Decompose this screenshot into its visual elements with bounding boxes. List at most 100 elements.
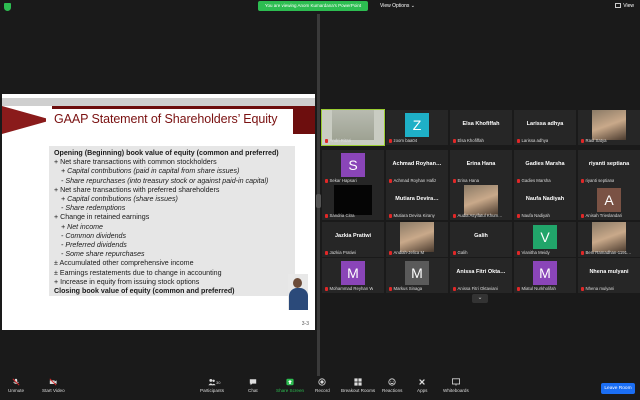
participant-tile[interactable]: M Miatul Nurkholifah [514, 258, 576, 293]
muted-mic-icon [581, 213, 584, 218]
view-button[interactable]: View [615, 1, 634, 11]
participant-name: Mutiara Devira Kirany [393, 213, 435, 218]
meeting-toolbar: Unmute Start Video Participants 30 Chat … [0, 376, 640, 400]
participant-name-label: Andiah-Jelica M [389, 250, 424, 255]
participant-tile[interactable]: Galih Galih [450, 222, 512, 257]
unmute-label: Unmute [8, 388, 25, 393]
reactions-label: Reactions [382, 388, 403, 393]
muted-mic-icon [453, 286, 456, 291]
muted-mic-icon [581, 250, 584, 255]
participant-tile[interactable]: Larissa adhya Larissa adhya [514, 110, 576, 145]
whiteboards-button[interactable]: Whiteboards [443, 378, 469, 393]
participant-tile[interactable]: Beni Ramadhan-1191… [578, 222, 640, 257]
participant-tile[interactable]: Gadies Marsha Gadies Marsha [514, 150, 576, 185]
unmute-button[interactable]: Unmute [8, 378, 24, 393]
slide-page-number: 3-3 [301, 321, 309, 327]
leave-room-button[interactable]: Leave Room [601, 383, 635, 394]
slide-line: + Capital contributions (paid in capital… [61, 167, 240, 176]
slide-bullet-list: Opening (Beginning) book value of equity… [54, 149, 299, 296]
participant-tile[interactable]: Nhena mulyani Nhena mulyani [578, 258, 640, 293]
participant-display-name: Erina Hana [466, 161, 496, 167]
participant-name: Anisah Trieslandari [585, 213, 623, 218]
participant-tile[interactable]: Anissa Fitri Okta… Anissa Fitri Oktaviani [450, 258, 512, 293]
muted-mic-icon [325, 286, 328, 291]
participant-name: Andri Ritzal [329, 138, 352, 143]
muted-mic-icon [453, 250, 456, 255]
participant-tile[interactable]: A Anisah Trieslandari [578, 185, 640, 220]
participant-tile[interactable]: S Sekar Hapsari [322, 150, 384, 185]
participant-name: Sandria Citra [329, 213, 355, 218]
participant-display-name: Achmad Royhan… [392, 161, 442, 167]
start-video-label: Start Video [42, 388, 65, 393]
breakout-rooms-label: Breakout Rooms [341, 388, 376, 393]
muted-mic-icon [517, 138, 520, 143]
participant-tile[interactable]: Raul Satya [578, 110, 640, 145]
record-button[interactable]: Record [315, 378, 330, 393]
shared-screen: GAAP Statement of Shareholders’ Equity O… [0, 14, 317, 376]
share-screen-icon [286, 378, 294, 386]
participant-photo [400, 222, 434, 252]
participant-tile[interactable]: Elsa Khofiffah Elsa Khofiffah [450, 110, 512, 145]
participant-tile[interactable]: M Mohammad Reyhan W [322, 258, 384, 293]
participant-display-name: Naufa Nadiyah [525, 196, 565, 202]
share-screen-button[interactable]: Share Screen [276, 378, 304, 393]
participant-name: Jazkia Pratiwi [329, 250, 356, 255]
participant-name-label: Erina Hana [453, 178, 479, 183]
presenter-video-overlay [288, 274, 308, 310]
presenter-body [289, 288, 308, 310]
muted-mic-icon [453, 178, 456, 183]
reactions-button[interactable]: Reactions [382, 378, 402, 393]
slide-line: + Increase in equity from issuing stock … [54, 277, 200, 286]
participant-display-name: Jazkia Pratiwi [334, 233, 372, 239]
top-bar: You are viewing Anom Kumardana's PowerPo… [0, 0, 640, 14]
slide-line: Closing book value of equity (common and… [54, 287, 235, 296]
participant-tile[interactable]: Andiah-Jelica M [386, 222, 448, 257]
participant-tile[interactable]: M Markus Sinaga [386, 258, 448, 293]
participant-name-label: Beni Ramadhan-1191… [581, 250, 631, 255]
participant-tile[interactable]: Jazkia Pratiwi Jazkia Pratiwi [322, 222, 384, 257]
muted-mic-icon [325, 213, 328, 218]
participant-name: Miatul Nurkholifah [521, 286, 556, 291]
view-options-menu[interactable]: View Options ⌄ [380, 1, 415, 11]
chat-bubble-icon [249, 379, 257, 386]
chat-button[interactable]: Chat [248, 378, 258, 393]
apps-button[interactable]: Apps [417, 378, 427, 393]
participant-display-name: Nhena mulyani [589, 269, 629, 275]
participant-name-label: Achmad Royhan Hafiz [389, 178, 436, 183]
participant-tile[interactable]: Audia Asyifatul Khum… [450, 185, 512, 220]
slide-line: + Net share transactions with common sto… [54, 158, 217, 167]
participant-tile[interactable]: riyanti septiana riyanti septiana [578, 150, 640, 185]
breakout-rooms-icon [354, 378, 362, 386]
participant-avatar: M [341, 261, 365, 285]
participant-tile[interactable]: V Vianitha Meidy [514, 222, 576, 257]
breakout-rooms-button[interactable]: Breakout Rooms [341, 378, 375, 393]
participant-display-name: riyanti septiana [588, 161, 630, 167]
slide-line: ± Accumulated other comprehensive income [54, 259, 194, 268]
start-video-button[interactable]: Start Video [42, 378, 65, 393]
muted-mic-icon [581, 138, 584, 143]
participant-tile[interactable]: Sandria Citra [322, 185, 384, 220]
slide-line: - Common dividends [61, 231, 127, 240]
participant-avatar: S [341, 153, 365, 177]
participant-avatar: M [533, 261, 557, 285]
muted-mic-icon [517, 286, 520, 291]
participant-name: riyanti septiana [585, 178, 615, 183]
security-shield-icon[interactable] [4, 3, 11, 11]
muted-mic-icon [517, 250, 520, 255]
participant-name: Audia Asyifatul Khum… [457, 213, 503, 218]
participants-label: Participants [200, 388, 225, 393]
participant-tile[interactable]: Naufa Nadiyah Naufa Nadiyah [514, 185, 576, 220]
participant-tile[interactable]: Achmad Royhan… Achmad Royhan Hafiz [386, 150, 448, 185]
participant-name-label: Mohammad Reyhan W [325, 286, 373, 291]
muted-mic-icon [325, 138, 328, 143]
participant-tile[interactable]: Mutiara Devira… Mutiara Devira Kirany [386, 185, 448, 220]
participant-tile[interactable]: Erina Hana Erina Hana [450, 150, 512, 185]
slide-line: ± Earnings restatements due to change in… [54, 268, 222, 277]
participant-tile[interactable]: Andri Ritzal [321, 109, 385, 146]
participant-display-name: Mutiara Devira… [395, 196, 439, 202]
gallery-next-page-button[interactable]: ⌄ [472, 294, 488, 303]
view-label: View [623, 3, 634, 9]
participant-tile[interactable]: Zzoom baa04 [386, 110, 448, 145]
muted-mic-icon [581, 286, 584, 291]
participant-name-label: Elsa Khofiffah [453, 138, 484, 143]
